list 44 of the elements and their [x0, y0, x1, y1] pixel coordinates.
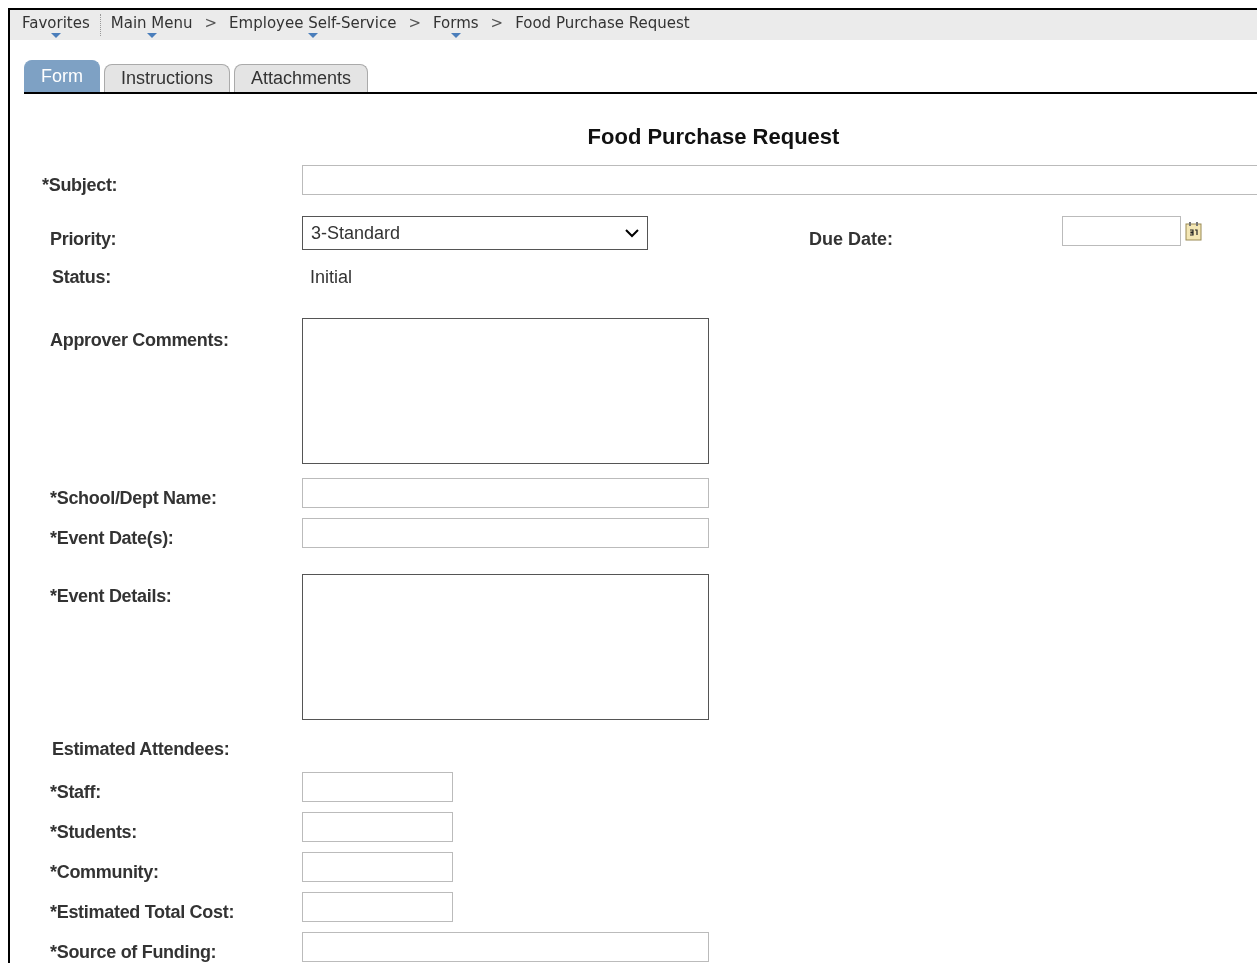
- priority-dropdown[interactable]: 3-Standard: [302, 216, 648, 250]
- input-field[interactable]: [302, 812, 453, 842]
- input-field[interactable]: [302, 772, 453, 802]
- form-title: Food Purchase Request: [586, 124, 841, 150]
- input-field[interactable]: [302, 852, 453, 882]
- tab[interactable]: Attachments: [234, 64, 369, 92]
- field-label: *Staff:: [49, 780, 102, 803]
- caret-icon[interactable]: [307, 33, 318, 38]
- date-field[interactable]: [1062, 216, 1181, 246]
- breadcrumb-link[interactable]: Main Menu: [110, 14, 193, 36]
- input-field[interactable]: [302, 932, 709, 962]
- breadcrumb-link[interactable]: Employee Self-Service: [229, 14, 397, 36]
- breadcrumb-link[interactable]: Forms: [433, 14, 479, 36]
- input-field[interactable]: [302, 892, 453, 922]
- field-label: *Subject:: [41, 173, 119, 196]
- separator: >: [204, 14, 218, 34]
- calendar-icon[interactable]: [1185, 221, 1203, 241]
- field-label: Priority:: [49, 227, 118, 250]
- field-label: *Source of Funding:: [49, 940, 218, 963]
- field-label: Estimated Attendees:: [51, 738, 231, 760]
- tab[interactable]: Instructions: [104, 64, 231, 92]
- text-area[interactable]: [302, 318, 709, 464]
- field-value: Initial: [309, 266, 353, 288]
- breadcrumb-link[interactable]: Food Purchase Request: [515, 14, 690, 36]
- input-field[interactable]: [302, 478, 709, 508]
- text-area[interactable]: [302, 574, 709, 720]
- field-label: Approver Comments:: [49, 329, 230, 351]
- field-label: *Estimated Total Cost:: [49, 900, 236, 923]
- input-field[interactable]: [302, 518, 709, 548]
- field-label: *Event Details:: [49, 585, 173, 607]
- chevron-down-icon: [625, 228, 639, 238]
- field-label: *Event Date(s):: [49, 526, 175, 549]
- field-label: Due Date:: [809, 227, 894, 250]
- input-field[interactable]: [302, 165, 1257, 195]
- caret-icon[interactable]: [450, 33, 461, 38]
- field-label: *Community:: [49, 860, 160, 883]
- field-label: *Students:: [49, 820, 138, 843]
- separator: >: [408, 14, 421, 34]
- caret-icon[interactable]: [146, 33, 157, 38]
- breadcrumb-link[interactable]: Favorites: [22, 14, 90, 36]
- field-label: *School/Dept Name:: [49, 486, 218, 509]
- field-label: Status:: [51, 266, 112, 288]
- separator: >: [490, 14, 504, 34]
- caret-icon[interactable]: [50, 33, 61, 38]
